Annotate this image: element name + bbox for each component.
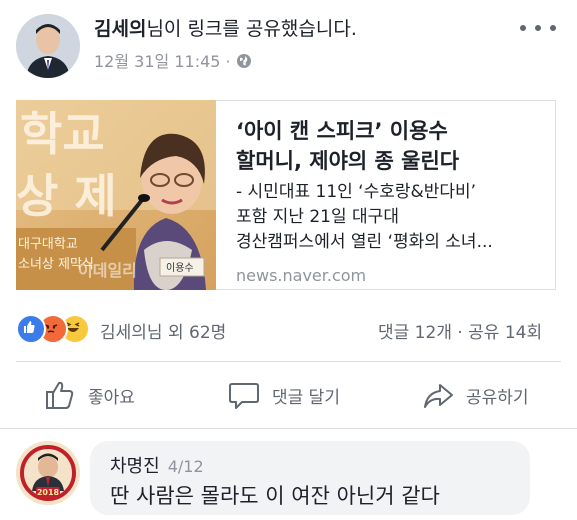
link-thumbnail[interactable]: 학교 상 제 대구대학교 소녀상 제막식 이용수 이데일리	[16, 100, 216, 290]
comment-icon	[229, 383, 259, 409]
commenter-avatar-badge: 2018	[37, 488, 60, 497]
like-label: 좋아요	[88, 387, 135, 408]
like-reaction-icon	[16, 314, 46, 344]
thumb-bg-line2: 상 제	[16, 169, 117, 223]
link-title-line1: ‘아이 캔 스피크’ 이용수	[236, 119, 448, 143]
link-desc-line3: 경산캠퍼스에서 열린 ‘평화의 소녀...	[236, 232, 493, 252]
poster-avatar[interactable]	[16, 14, 80, 78]
comment-button[interactable]: 댓글 달기	[228, 375, 340, 415]
thumb-banner-line1: 대구대학교	[18, 237, 78, 252]
comment-time[interactable]: 4/12	[168, 457, 204, 476]
thumb-watermark: 이데일리	[78, 261, 137, 280]
reaction-summary[interactable]: 김세의님 외 62명	[100, 318, 226, 343]
thumb-bg-line1: 학교	[20, 107, 105, 161]
comment-author[interactable]: 차명진	[110, 456, 160, 477]
divider	[16, 361, 561, 362]
share-arrow-icon	[424, 384, 453, 408]
reaction-icons[interactable]	[16, 314, 90, 344]
post-meta: 12월 31일 11:45 ·	[94, 48, 252, 72]
comment-share-counts[interactable]: 댓글 12개 · 공유 14회	[378, 318, 542, 343]
thumb-nameplate: 이용수	[166, 262, 194, 274]
link-title-line2: 할머니, 제야의 종 울린다	[236, 149, 460, 173]
share-label: 공유하기	[466, 387, 529, 408]
divider	[0, 428, 577, 429]
meta-dot: ·	[225, 52, 231, 71]
globe-icon[interactable]	[236, 53, 252, 69]
thumbs-up-icon	[46, 381, 74, 409]
comment-label: 댓글 달기	[272, 387, 340, 408]
poster-action: 님이 링크를 공유했습니다.	[146, 18, 357, 40]
comment-text: 딴 사람은 몰라도 이 여잔 아닌거 같다	[110, 484, 440, 508]
share-button[interactable]: 공유하기	[422, 375, 529, 415]
commenter-avatar[interactable]: 2018	[16, 441, 80, 505]
ellipsis-icon[interactable]	[520, 18, 556, 38]
link-domain: news.naver.com	[236, 266, 367, 285]
poster-line: 김세의님이 링크를 공유했습니다.	[94, 14, 357, 41]
link-description: - 시민대표 11인 ‘수호랑&반다비’ 포함 지난 21일 대구대 경산캠퍼스…	[236, 180, 546, 255]
poster-name[interactable]: 김세의	[94, 18, 146, 40]
comment-author-line: 차명진 4/12	[110, 452, 204, 478]
link-title[interactable]: ‘아이 캔 스피크’ 이용수 할머니, 제야의 종 울린다	[236, 116, 536, 176]
post-timestamp[interactable]: 12월 31일 11:45	[94, 52, 220, 71]
link-desc-line2: 포함 지난 21일 대구대	[236, 207, 399, 227]
like-button[interactable]: 좋아요	[44, 375, 135, 415]
link-desc-line1: - 시민대표 11인 ‘수호랑&반다비’	[236, 182, 477, 202]
